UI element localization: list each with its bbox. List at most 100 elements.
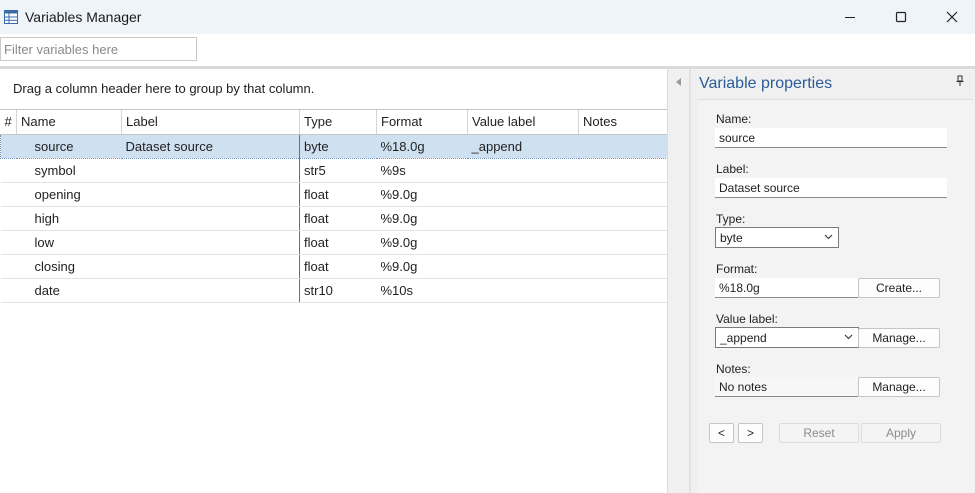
name-field[interactable]: source xyxy=(715,128,947,148)
cell-label[interactable] xyxy=(121,278,300,303)
format-label: Format: xyxy=(716,262,758,276)
cell-type[interactable]: float xyxy=(299,206,377,231)
row-index-cell xyxy=(0,278,17,303)
column-header-type[interactable]: Type xyxy=(299,110,377,135)
cell-type[interactable]: str10 xyxy=(299,278,377,303)
cell-value-label[interactable] xyxy=(467,278,579,303)
cell-name[interactable]: date xyxy=(16,278,122,303)
name-label: Name: xyxy=(716,112,752,126)
cell-notes[interactable] xyxy=(578,133,668,159)
label-field[interactable]: Dataset source xyxy=(715,178,947,198)
cell-type[interactable]: str5 xyxy=(299,158,377,183)
column-header-index[interactable]: # xyxy=(0,110,17,135)
cell-format[interactable]: %9.0g xyxy=(376,182,468,207)
create-button[interactable]: Create... xyxy=(858,278,940,298)
table-row[interactable]: opening float %9.0g xyxy=(0,182,668,207)
table-row[interactable]: closing float %9.0g xyxy=(0,254,668,279)
cell-value-label[interactable] xyxy=(467,158,579,183)
column-header-format[interactable]: Format xyxy=(376,110,468,135)
row-index-cell xyxy=(0,158,17,183)
manage-notes-button[interactable]: Manage... xyxy=(858,377,940,397)
filter-row xyxy=(0,34,975,66)
type-label: Type: xyxy=(716,212,746,226)
spreadsheet-icon xyxy=(4,10,18,24)
minimize-button[interactable] xyxy=(827,0,873,34)
type-select[interactable]: byte xyxy=(715,227,839,248)
chevron-down-icon xyxy=(844,334,853,340)
table-row[interactable]: high float %9.0g xyxy=(0,206,668,231)
cell-name[interactable]: low xyxy=(16,230,122,255)
manage-value-label-button[interactable]: Manage... xyxy=(858,328,940,348)
cell-notes[interactable] xyxy=(578,278,668,303)
cell-format[interactable]: %9.0g xyxy=(376,230,468,255)
cell-type[interactable]: byte xyxy=(299,133,377,159)
cell-value-label[interactable] xyxy=(467,254,579,279)
minimize-icon xyxy=(845,17,855,18)
cell-name[interactable]: opening xyxy=(16,182,122,207)
cell-label[interactable] xyxy=(121,230,300,255)
row-index-cell xyxy=(0,206,17,231)
cell-notes[interactable] xyxy=(578,158,668,183)
table-row[interactable]: source Dataset source byte %18.0g _appen… xyxy=(0,133,668,159)
cell-name[interactable]: high xyxy=(16,206,122,231)
cell-label[interactable] xyxy=(121,182,300,207)
column-header-name[interactable]: Name xyxy=(16,110,122,135)
title-bar: Variables Manager xyxy=(0,0,975,34)
cell-name[interactable]: symbol xyxy=(16,158,122,183)
table-row[interactable]: low float %9.0g xyxy=(0,230,668,255)
notes-field[interactable]: No notes xyxy=(715,377,858,397)
cell-name[interactable]: source xyxy=(16,133,122,159)
variables-grid: Drag a column header here to group by th… xyxy=(0,69,668,493)
cell-format[interactable]: %9.0g xyxy=(376,206,468,231)
close-icon xyxy=(946,11,958,23)
cell-label[interactable] xyxy=(121,158,300,183)
group-by-drop-area[interactable]: Drag a column header here to group by th… xyxy=(13,81,314,96)
cell-type[interactable]: float xyxy=(299,182,377,207)
close-button[interactable] xyxy=(929,0,975,34)
label-label: Label: xyxy=(716,162,749,176)
maximize-button[interactable] xyxy=(878,0,924,34)
column-header-notes[interactable]: Notes xyxy=(578,110,668,135)
cell-format[interactable]: %9s xyxy=(376,158,468,183)
format-field[interactable]: %18.0g xyxy=(715,278,858,298)
cell-name[interactable]: closing xyxy=(16,254,122,279)
table-row[interactable]: date str10 %10s xyxy=(0,278,668,303)
panel-title: Variable properties xyxy=(699,75,833,92)
properties-form: Name: source Label: Dataset source Type:… xyxy=(698,99,973,493)
cell-label[interactable] xyxy=(121,206,300,231)
next-variable-button[interactable]: > xyxy=(738,423,763,443)
pin-icon[interactable] xyxy=(955,75,965,90)
cell-label[interactable]: Dataset source xyxy=(121,133,300,159)
column-header-label[interactable]: Label xyxy=(121,110,300,135)
cell-notes[interactable] xyxy=(578,254,668,279)
cell-value-label[interactable] xyxy=(467,230,579,255)
cell-label[interactable] xyxy=(121,254,300,279)
type-select-value: byte xyxy=(720,231,743,245)
reset-button[interactable]: Reset xyxy=(779,423,859,443)
table-row[interactable]: symbol str5 %9s xyxy=(0,158,668,183)
cell-format[interactable]: %18.0g xyxy=(376,133,468,159)
cell-value-label[interactable]: _append xyxy=(467,133,579,159)
apply-button[interactable]: Apply xyxy=(861,423,941,443)
cell-format[interactable]: %10s xyxy=(376,278,468,303)
cell-value-label[interactable] xyxy=(467,206,579,231)
row-index-cell xyxy=(0,254,17,279)
cell-type[interactable]: float xyxy=(299,254,377,279)
cell-notes[interactable] xyxy=(578,230,668,255)
value-label-label: Value label: xyxy=(716,312,778,326)
previous-variable-button[interactable]: < xyxy=(709,423,734,443)
cell-type[interactable]: float xyxy=(299,230,377,255)
cell-format[interactable]: %9.0g xyxy=(376,254,468,279)
cell-notes[interactable] xyxy=(578,206,668,231)
panel-splitter[interactable] xyxy=(667,69,689,493)
value-label-select[interactable]: _append xyxy=(715,327,859,348)
row-index-cell xyxy=(0,133,17,159)
filter-variables-input[interactable] xyxy=(0,37,197,61)
cell-notes[interactable] xyxy=(578,182,668,207)
maximize-icon xyxy=(895,11,907,23)
variables-table: # Name Label Type Format Value label Not… xyxy=(0,110,668,303)
cell-value-label[interactable] xyxy=(467,182,579,207)
variable-properties-panel: Variable properties Name: source Label: … xyxy=(691,69,975,493)
collapse-arrow-icon[interactable] xyxy=(675,75,683,90)
column-header-value-label[interactable]: Value label xyxy=(467,110,579,135)
